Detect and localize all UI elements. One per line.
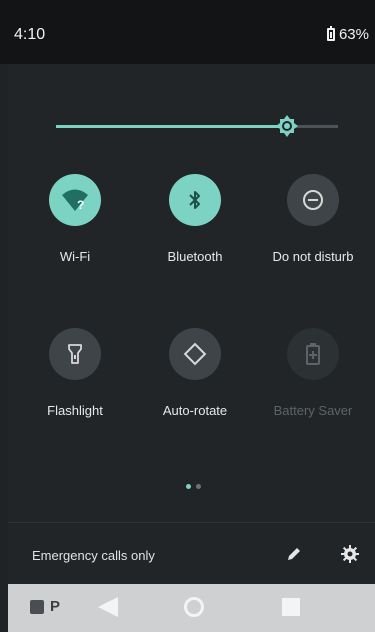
battery-icon [326,26,335,41]
tile-bluetooth[interactable]: Bluetooth [140,174,250,284]
home-button-icon[interactable] [184,597,204,617]
auto-rotate-tile-button[interactable] [169,328,221,380]
settings-gear-icon[interactable] [340,544,360,564]
quick-settings-panel: ? Wi-Fi Bluetooth Do not disturb Flashli… [8,64,375,584]
auto-rotate-icon [183,342,207,366]
back-button-icon[interactable] [94,595,120,619]
status-time: 4:10 [14,26,46,43]
recents-button-icon[interactable] [282,598,300,616]
tile-label-battery-saver: Battery Saver [273,403,353,418]
bluetooth-tile-button[interactable] [169,174,221,226]
page-indicator [186,484,201,489]
battery-saver-icon [306,343,320,365]
tile-do-not-disturb[interactable]: Do not disturb [258,174,368,284]
tile-label-dnd: Do not disturb [272,249,354,264]
status-bar: 4:10 63% [0,0,375,64]
brightness-thumb-icon[interactable] [276,115,299,137]
notification-icons: P [30,598,60,615]
page-dot-1[interactable] [186,484,191,489]
wifi-question-icon: ? [62,189,88,212]
status-battery: 63% [326,26,369,43]
tile-auto-rotate[interactable]: Auto-rotate [140,328,250,438]
page-dot-2[interactable] [196,484,201,489]
flashlight-tile-button[interactable] [49,328,101,380]
dnd-tile-button[interactable] [287,174,339,226]
battery-percent: 63% [338,26,369,43]
tile-wifi[interactable]: ? Wi-Fi [20,174,130,284]
tile-label-flashlight: Flashlight [47,403,103,418]
tile-battery-saver[interactable]: Battery Saver [258,328,368,438]
flashlight-icon [68,344,82,364]
brightness-fill [56,125,288,128]
svg-text:?: ? [77,198,84,212]
footer-divider [8,522,375,523]
emergency-calls-text: Emergency calls only [32,548,155,563]
edit-icon[interactable] [284,544,304,564]
gallery-notification-icon [30,599,44,614]
bluetooth-icon [189,191,200,209]
brightness-slider[interactable] [56,115,338,137]
tile-label-bluetooth: Bluetooth [167,249,223,264]
do-not-disturb-icon [303,190,323,210]
battery-saver-tile-button[interactable] [287,328,339,380]
tile-flashlight[interactable]: Flashlight [20,328,130,438]
tile-label-wifi: Wi-Fi [59,249,91,264]
navigation-bar: P [8,584,375,632]
parking-notification-icon: P [50,598,61,615]
tile-label-auto-rotate: Auto-rotate [162,403,228,418]
wifi-tile-button[interactable]: ? [49,174,101,226]
